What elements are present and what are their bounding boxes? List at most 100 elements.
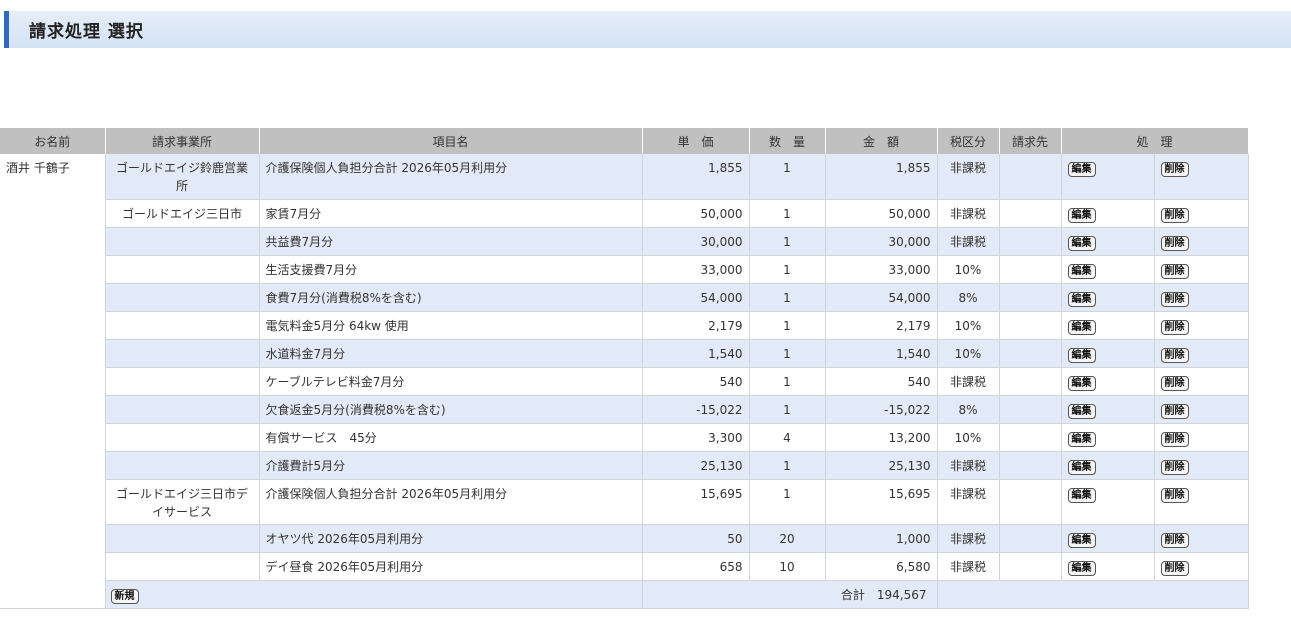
- quantity-cell: 1: [749, 283, 826, 312]
- edit-button[interactable]: 編集: [1067, 347, 1096, 363]
- office-cell: [105, 552, 260, 581]
- amount-cell: 13,200: [825, 423, 938, 452]
- delete-button[interactable]: 削除: [1160, 162, 1189, 177]
- amount-cell: 33,000: [825, 255, 938, 284]
- office-cell: ゴールドエイジ三日市デイサービス: [105, 479, 260, 525]
- amount-cell: 50,000: [825, 199, 938, 228]
- unit-price-cell: 30,000: [642, 227, 750, 256]
- edit-button[interactable]: 編集: [1067, 375, 1096, 391]
- unit-price-cell: 1,540: [642, 339, 750, 368]
- office-cell: ゴールドエイジ三日市: [105, 199, 260, 228]
- edit-cell: 編集: [1061, 524, 1155, 553]
- unit-price-cell: 50: [642, 524, 750, 553]
- delete-button[interactable]: 削除: [1160, 459, 1189, 475]
- edit-button[interactable]: 編集: [1067, 403, 1096, 419]
- delete-cell: 削除: [1154, 423, 1249, 452]
- table-row: 共益費7月分 30,000 1 30,000 非課税 編集 削除: [0, 227, 1249, 256]
- quantity-cell: 1: [749, 367, 826, 396]
- delete-button[interactable]: 削除: [1160, 207, 1189, 223]
- unit-price-cell: 15,695: [642, 479, 750, 525]
- table-row: 酒井 千鶴子 ゴールドエイジ鈴鹿営業所 介護保険個人負担分合計 2026年05月利用…: [0, 154, 1249, 580]
- billto-cell: [999, 524, 1062, 553]
- edit-button[interactable]: 編集: [1067, 459, 1096, 475]
- delete-button[interactable]: 削除: [1160, 347, 1189, 363]
- tax-cell: 10%: [937, 311, 1000, 340]
- edit-cell: 編集: [1061, 227, 1155, 256]
- billto-cell: [999, 154, 1062, 200]
- delete-button[interactable]: 削除: [1160, 263, 1189, 279]
- quantity-cell: 1: [749, 154, 826, 200]
- unit-price-cell: 33,000: [642, 255, 750, 284]
- col-header-office: 請求事業所: [105, 128, 260, 154]
- delete-button[interactable]: 削除: [1160, 375, 1189, 391]
- table-body: 酒井 千鶴子 ゴールドエイジ鈴鹿営業所 介護保険個人負担分合計 2026年05月利用…: [0, 154, 1249, 609]
- delete-button[interactable]: 削除: [1160, 431, 1189, 447]
- edit-button[interactable]: 編集: [1067, 207, 1096, 223]
- office-cell: [105, 395, 260, 424]
- billto-cell: [999, 227, 1062, 256]
- edit-cell: 編集: [1061, 451, 1155, 480]
- edit-button[interactable]: 編集: [1067, 263, 1096, 279]
- delete-cell: 削除: [1154, 479, 1249, 525]
- unit-price-cell: 25,130: [642, 451, 750, 480]
- edit-button[interactable]: 編集: [1067, 487, 1096, 503]
- billto-cell: [999, 199, 1062, 228]
- edit-cell: 編集: [1061, 311, 1155, 340]
- billto-cell: [999, 339, 1062, 368]
- table-row: デイ昼食 2026年05月利用分 658 10 6,580 非課税 編集 削除: [0, 552, 1249, 581]
- edit-button[interactable]: 編集: [1067, 532, 1096, 548]
- delete-cell: 削除: [1154, 154, 1249, 200]
- tax-cell: 10%: [937, 339, 1000, 368]
- edit-button[interactable]: 編集: [1067, 162, 1096, 177]
- edit-cell: 編集: [1061, 367, 1155, 396]
- table-row: ゴールドエイジ三日市 家賃7月分 50,000 1 50,000 非課税 編集 削除: [0, 199, 1249, 228]
- edit-cell: 編集: [1061, 339, 1155, 368]
- quantity-cell: 1: [749, 395, 826, 424]
- edit-button[interactable]: 編集: [1067, 431, 1096, 447]
- delete-button[interactable]: 削除: [1160, 532, 1189, 548]
- unit-price-cell: 2,179: [642, 311, 750, 340]
- delete-button[interactable]: 削除: [1160, 291, 1189, 307]
- office-cell: [105, 367, 260, 396]
- customer-name: 酒井 千鶴子: [0, 154, 106, 580]
- table-row: オヤツ代 2026年05月利用分 50 20 1,000 非課税 編集 削除: [0, 524, 1249, 553]
- delete-button[interactable]: 削除: [1160, 403, 1189, 419]
- unit-price-cell: 540: [642, 367, 750, 396]
- edit-button[interactable]: 編集: [1067, 291, 1096, 307]
- col-header-tax: 税区分: [937, 128, 1000, 154]
- delete-cell: 削除: [1154, 367, 1249, 396]
- amount-cell: 15,695: [825, 479, 938, 525]
- edit-button[interactable]: 編集: [1067, 235, 1096, 251]
- item-cell: 欠食返金5月分(消費税8%を含む): [259, 395, 643, 424]
- amount-cell: 1,540: [825, 339, 938, 368]
- delete-button[interactable]: 削除: [1160, 487, 1189, 503]
- delete-button[interactable]: 削除: [1160, 319, 1189, 335]
- office-cell: [105, 227, 260, 256]
- delete-button[interactable]: 削除: [1160, 235, 1189, 251]
- billto-cell: [999, 451, 1062, 480]
- office-cell: [105, 423, 260, 452]
- col-header-name: お名前: [0, 128, 106, 154]
- page-header: 請求処理 選択: [4, 11, 1291, 48]
- amount-cell: 30,000: [825, 227, 938, 256]
- table-row: 欠食返金5月分(消費税8%を含む) -15,022 1 -15,022 8% 編集 削除: [0, 395, 1249, 424]
- quantity-cell: 1: [749, 199, 826, 228]
- unit-price-cell: 658: [642, 552, 750, 581]
- amount-cell: 6,580: [825, 552, 938, 581]
- item-cell: 共益費7月分: [259, 227, 643, 256]
- amount-cell: -15,022: [825, 395, 938, 424]
- edit-cell: 編集: [1061, 479, 1155, 525]
- tax-cell: 10%: [937, 423, 1000, 452]
- edit-button[interactable]: 編集: [1067, 560, 1096, 576]
- edit-button[interactable]: 編集: [1067, 319, 1096, 335]
- edit-cell: 編集: [1061, 255, 1155, 284]
- tax-cell: 8%: [937, 395, 1000, 424]
- delete-button[interactable]: 削除: [1160, 560, 1189, 576]
- new-button[interactable]: 新規: [110, 588, 139, 604]
- delete-cell: 削除: [1154, 199, 1249, 228]
- office-cell: [105, 524, 260, 553]
- quantity-cell: 1: [749, 311, 826, 340]
- office-cell: ゴールドエイジ鈴鹿営業所: [105, 154, 260, 200]
- footer-spacer: [0, 580, 106, 609]
- unit-price-cell: 50,000: [642, 199, 750, 228]
